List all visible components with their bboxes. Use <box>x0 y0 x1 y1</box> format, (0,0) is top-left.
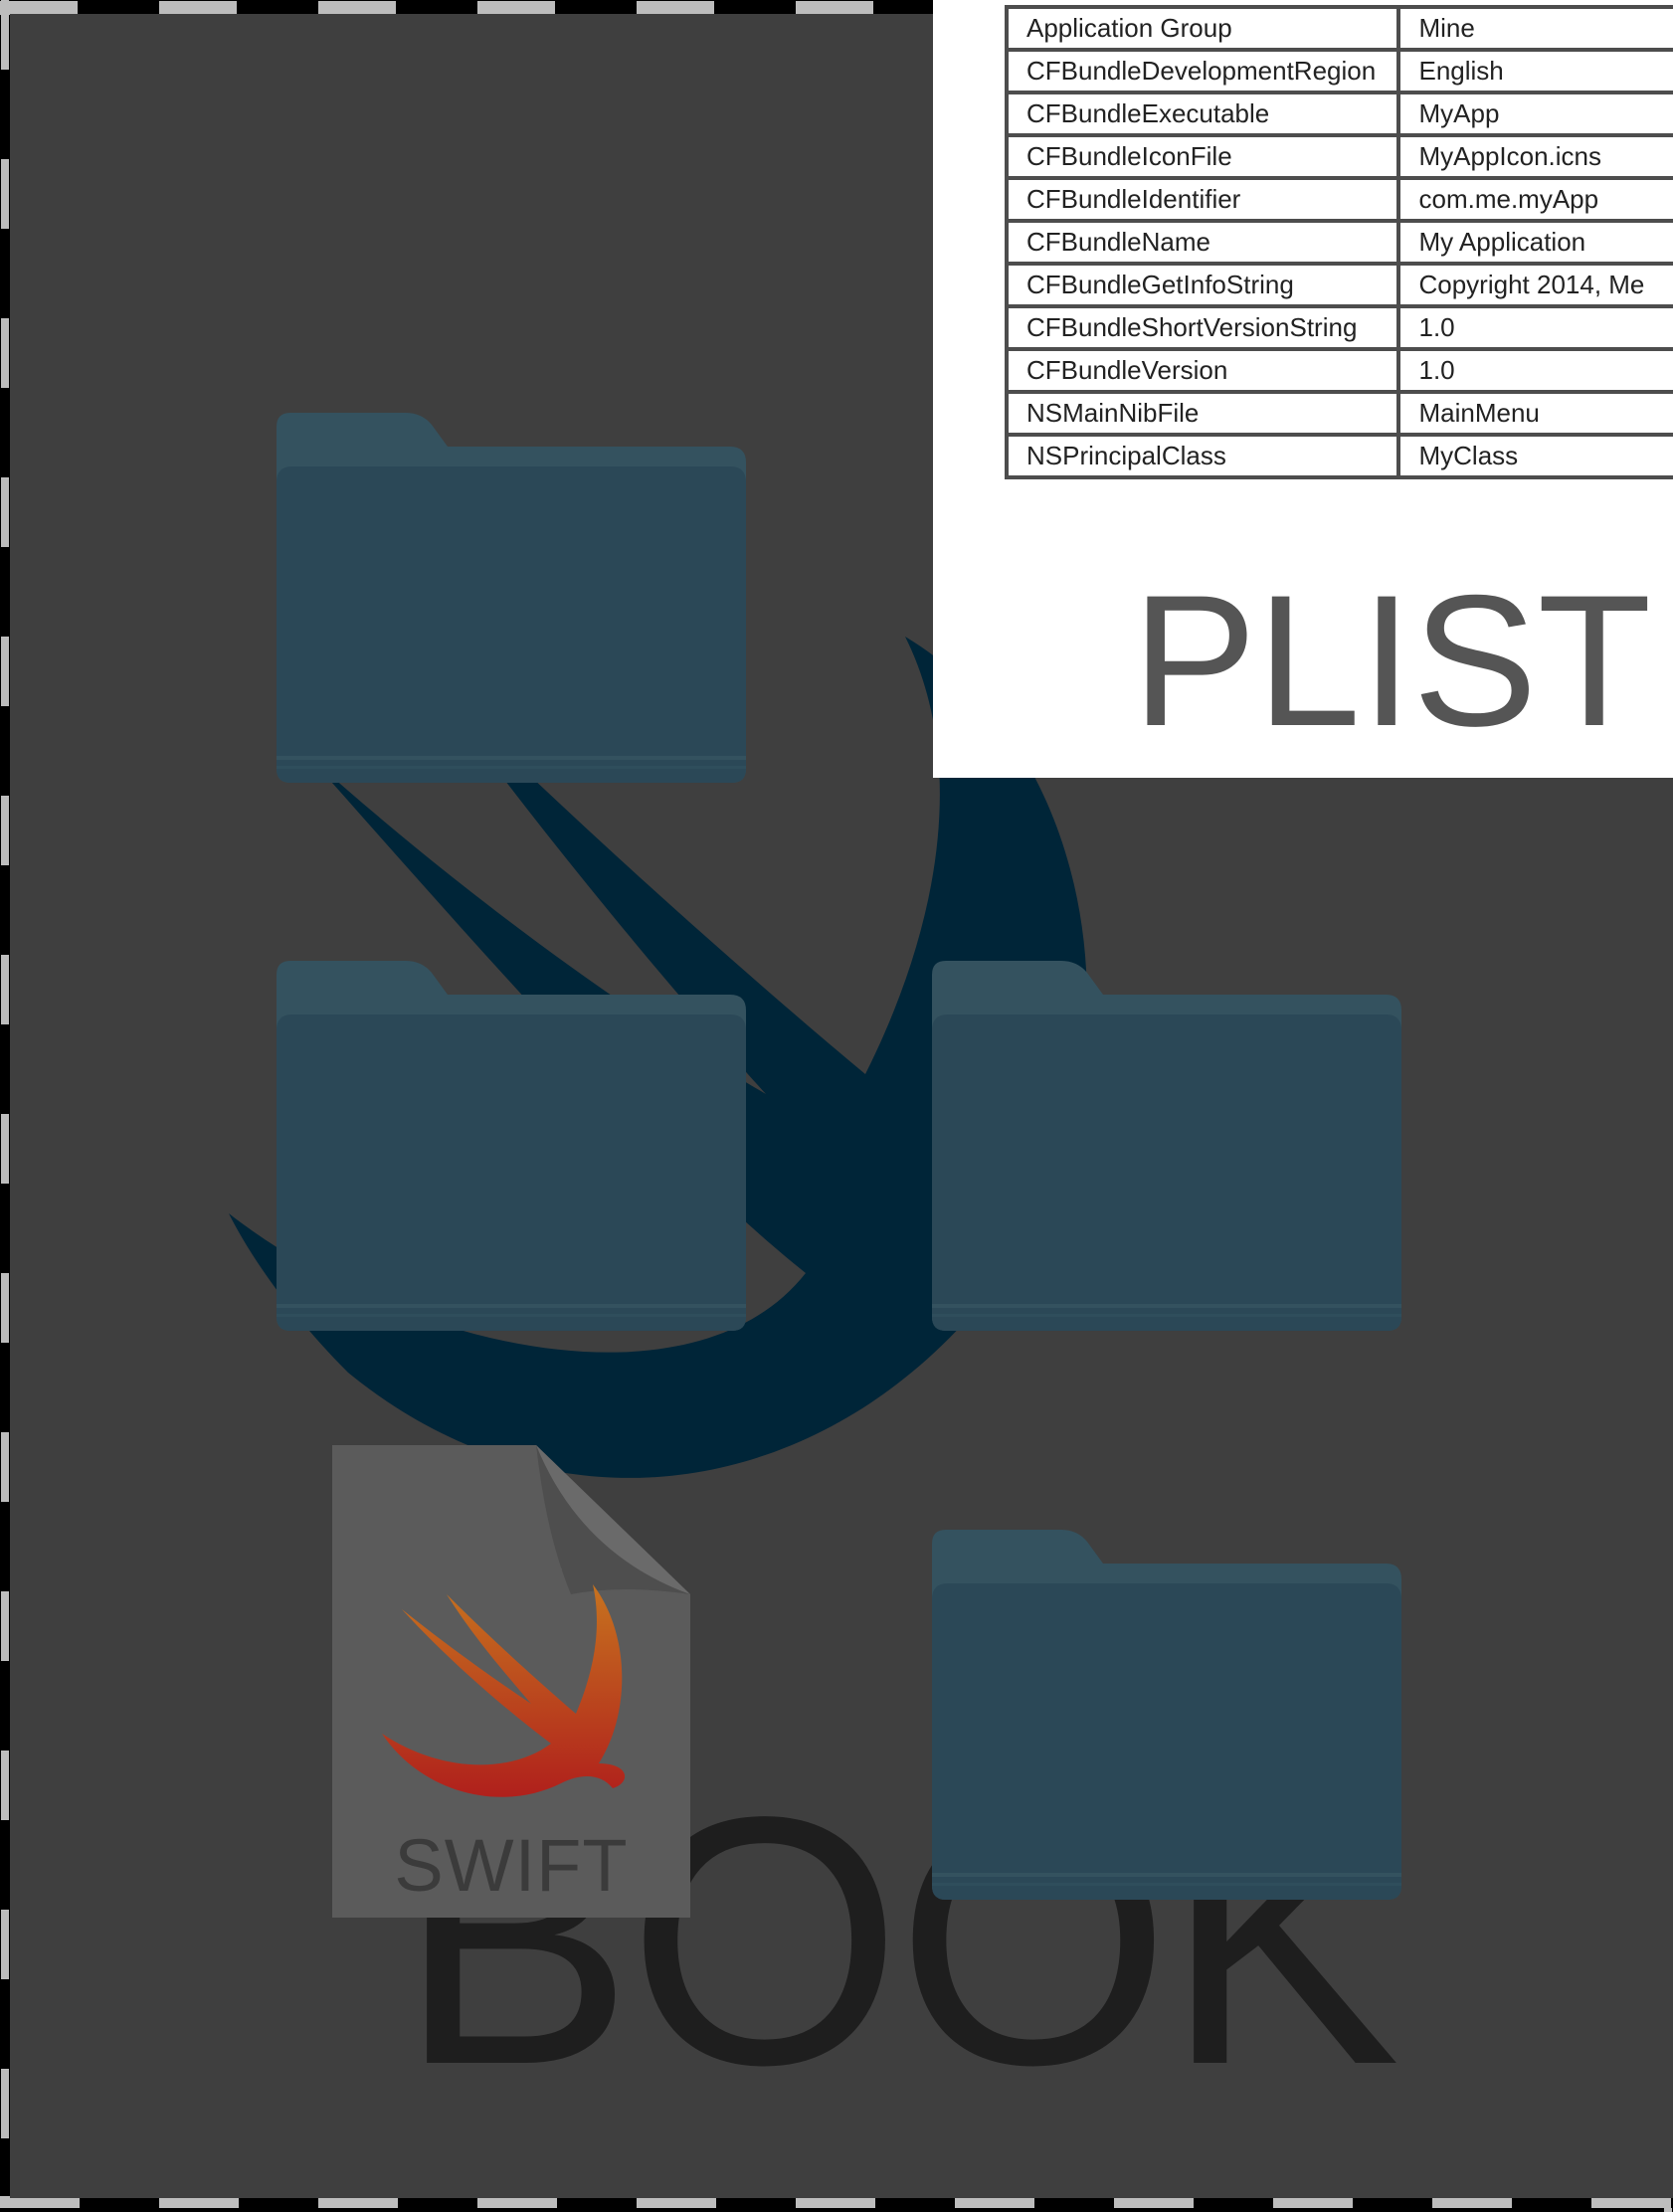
plist-value-cell: Copyright 2014, Me <box>1396 262 1673 308</box>
plist-row: CFBundleExecutable MyApp <box>1004 91 1673 137</box>
plist-key-cell: NSMainNibFile <box>1004 390 1401 437</box>
plist-row: CFBundleGetInfoString Copyright 2014, Me <box>1004 262 1673 308</box>
plist-key-cell: CFBundleIconFile <box>1004 133 1401 180</box>
plist-key-cell: CFBundleGetInfoString <box>1004 262 1401 308</box>
plist-value-cell: com.me.myApp <box>1396 176 1673 223</box>
plist-key-cell: CFBundleDevelopmentRegion <box>1004 48 1401 94</box>
plist-key-cell: NSPrincipalClass <box>1004 433 1401 479</box>
plist-value-cell: 1.0 <box>1396 304 1673 351</box>
plist-panel: Application Group Mine CFBundleDevelopment… <box>933 0 1673 778</box>
plist-key-cell: CFBundleShortVersionString <box>1004 304 1401 351</box>
plist-key-cell: CFBundleIdentifier <box>1004 176 1401 223</box>
plist-key-cell: CFBundleExecutable <box>1004 91 1401 137</box>
plist-table: Application Group Mine CFBundleDevelopment… <box>1004 5 1673 479</box>
plist-row: NSPrincipalClass MyClass <box>1004 433 1673 479</box>
plist-value-cell: MyClass <box>1396 433 1673 479</box>
folder-icon[interactable] <box>277 961 746 1331</box>
plist-row: CFBundleName My Application <box>1004 219 1673 266</box>
plist-row: CFBundleDevelopmentRegion English <box>1004 48 1673 94</box>
plist-title: PLIST <box>1132 556 1652 765</box>
plist-value-cell: Mine <box>1396 5 1673 52</box>
plist-row: CFBundleShortVersionString 1.0 <box>1004 304 1673 351</box>
plist-key-cell: CFBundleVersion <box>1004 347 1401 394</box>
plist-value-cell: English <box>1396 48 1673 94</box>
swift-file-label: SWIFT <box>394 1824 629 1907</box>
swift-file-icon[interactable]: SWIFT <box>332 1445 690 1918</box>
plist-row: CFBundleIconFile MyAppIcon.icns <box>1004 133 1673 180</box>
plist-row: NSMainNibFile MainMenu <box>1004 390 1673 437</box>
plist-key-cell: Application Group <box>1004 5 1401 52</box>
plist-key-cell: CFBundleName <box>1004 219 1401 266</box>
plist-value-cell: 1.0 <box>1396 347 1673 394</box>
plist-row: CFBundleVersion 1.0 <box>1004 347 1673 394</box>
plist-value-cell: MyAppIcon.icns <box>1396 133 1673 180</box>
folder-icon[interactable] <box>932 961 1401 1331</box>
folder-icon[interactable] <box>932 1530 1401 1900</box>
plist-row: CFBundleIdentifier com.me.myApp <box>1004 176 1673 223</box>
plist-value-cell: MainMenu <box>1396 390 1673 437</box>
plist-value-cell: My Application <box>1396 219 1673 266</box>
plist-row: Application Group Mine <box>1004 5 1673 52</box>
plist-value-cell: MyApp <box>1396 91 1673 137</box>
folder-icon[interactable] <box>277 413 746 783</box>
